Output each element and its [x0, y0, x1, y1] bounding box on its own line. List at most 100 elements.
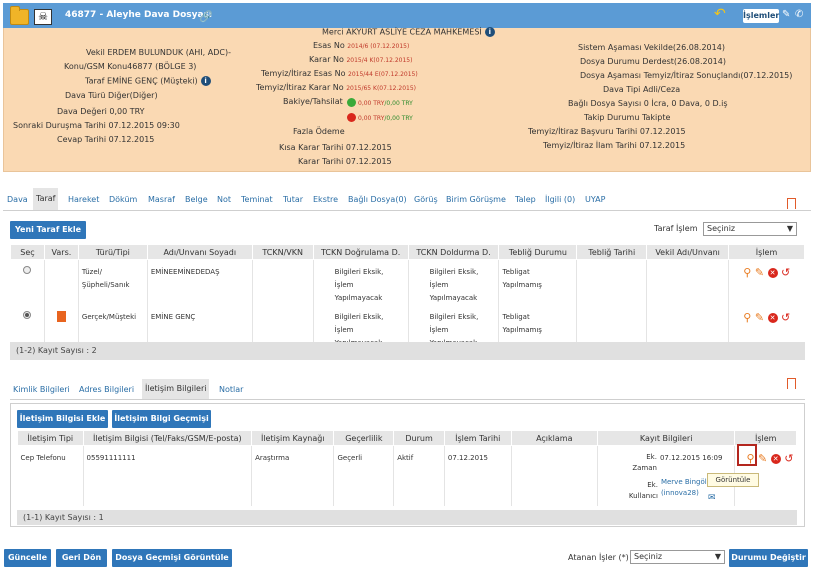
tab-talep[interactable]: Talep — [512, 195, 539, 204]
history-icon[interactable]: ↺ — [781, 266, 790, 279]
contact-table: İletişim Tipi İletişim Bilgisi (Tel/Faks… — [17, 430, 797, 506]
tab-belge[interactable]: Belge — [182, 195, 211, 204]
tab-bagli-dosya[interactable]: Bağlı Dosya(0) — [345, 195, 410, 204]
assigned-tasks-select[interactable]: Seçiniz ▼ — [630, 550, 725, 564]
kaynak-cell: Araştırma — [251, 445, 334, 506]
update-button[interactable]: Güncelle — [4, 549, 51, 567]
cell-line: Tebligat — [502, 268, 530, 276]
col-gecerlilik: Geçerlilik — [333, 430, 395, 446]
col-teblig-tarihi: Tebliğ Tarihi — [576, 244, 648, 260]
temyiz-basvuru-field: Temyiz/İtiraz Başvuru Tarihi 07.12.2015 — [528, 127, 686, 136]
bookmark-icon[interactable] — [787, 378, 796, 389]
add-contact-button[interactable]: İletişim Bilgisi Ekle — [17, 410, 108, 428]
col-islem: İşlem — [728, 244, 805, 260]
tab-teminat[interactable]: Teminat — [238, 195, 276, 204]
actions-button[interactable]: İşlemler — [743, 9, 779, 23]
table-row[interactable]: Tüzel/Şüpheli/Sanık EMİNEEMİNEDEDAŞ Bilg… — [11, 259, 805, 306]
file-history-button[interactable]: Dosya Geçmişi Görüntüle — [112, 549, 232, 567]
row-radio[interactable] — [23, 266, 32, 274]
dogrulama-cell: Bilgileri Eksik, İşlem Yapılmayacak — [312, 259, 409, 305]
temyiz-ilam-field: Temyiz/İtiraz İlam Tarihi 07.12.2015 — [543, 141, 686, 150]
col-adi: Adı/Unvanı Soyadı — [146, 244, 253, 260]
tip-cell: Cep Telefonu — [20, 454, 66, 462]
tab-uyap[interactable]: UYAP — [582, 195, 608, 204]
col-tip: İletişim Tipi — [17, 430, 84, 446]
change-status-button[interactable]: Durumu Değiştir — [729, 549, 808, 567]
search-icon[interactable]: ⚲ — [743, 266, 751, 279]
tab-ekstre[interactable]: Ekstre — [310, 195, 341, 204]
back-arrow-icon[interactable]: ↶ — [714, 6, 726, 22]
page-title: 46877 - Aleyhe Dava Dosyası — [65, 10, 212, 20]
delete-icon[interactable]: ✕ — [767, 268, 778, 278]
bookmark-icon[interactable] — [56, 311, 66, 322]
dosya-durumu-field: Dosya Durumu Derdest(26.08.2014) — [580, 57, 726, 66]
party-action-label: Taraf İşlem — [654, 224, 698, 233]
takip-durumu-field: Takip Durumu Takipte — [584, 113, 671, 122]
konu-field: Konu/GSM Konu46877 (BÖLGE 3) — [64, 62, 197, 71]
gecerlilik-cell: Geçerli — [333, 445, 394, 506]
tab-ilgili[interactable]: İlgili (0) — [542, 195, 578, 204]
info-icon[interactable]: i — [200, 76, 211, 86]
tab-dokum[interactable]: Döküm — [106, 195, 140, 204]
ek-kullanici-value[interactable]: Merve Bingöl (innova28) — [661, 477, 707, 499]
row-radio[interactable] — [23, 311, 32, 319]
mail-icon[interactable]: ✉ — [708, 492, 716, 505]
case-title-bar: ☠ 46877 - Aleyhe Dava Dosyası 🔗 ↶ İşleml… — [3, 3, 811, 28]
phone-icon[interactable]: ✆ — [795, 9, 803, 20]
history-icon[interactable]: ↺ — [781, 311, 790, 324]
delete-icon[interactable]: ✕ — [767, 313, 778, 323]
doldurma-cell: Bilgileri Eksik, İşlem Yapılmayacak — [407, 259, 499, 305]
folder-icon[interactable] — [10, 6, 29, 25]
temyiz-esas-field: Temyiz/İtiraz Esas No 2015/44 E(07.12.20… — [261, 69, 418, 78]
info-icon[interactable]: i — [484, 27, 495, 37]
durum-cell: Aktif — [393, 445, 445, 506]
link-icon[interactable]: 🔗 — [199, 10, 213, 23]
tab-hareket[interactable]: Hareket — [65, 195, 102, 204]
teblig-cell: Tebligat Yapılmamış — [498, 259, 577, 305]
tab-taraf[interactable]: Taraf — [33, 188, 59, 210]
skull-icon[interactable]: ☠ — [34, 9, 52, 25]
subtab-adres[interactable]: Adres Bilgileri — [79, 385, 134, 394]
cell-line: Tebligat — [502, 313, 530, 321]
pencil-icon[interactable]: ✎ — [758, 452, 767, 465]
vekil-field: Vekil ERDEM BULUNDUK (AHI, ADC)- — [86, 48, 231, 57]
cell-line: İşlem — [334, 281, 354, 289]
view-tooltip: Görüntüle — [707, 473, 759, 487]
col-vekil: Vekil Adı/Unvanı — [646, 244, 730, 260]
tab-birim-gorusme[interactable]: Birim Görüşme — [443, 195, 509, 204]
table-row[interactable]: Cep Telefonu 05591111111 Araştırma Geçer… — [18, 445, 797, 506]
back-button[interactable]: Geri Dön — [56, 549, 107, 567]
chevron-down-icon: ▼ — [786, 224, 793, 233]
col-durum: Durum — [393, 430, 445, 446]
esas-no-field: Esas No 2014/6 (07.12.2015) — [313, 41, 410, 50]
select-cell[interactable] — [11, 260, 45, 306]
cell-line: Yapılmayacak — [429, 294, 478, 302]
party-record-count: (1-2) Kayıt Sayısı : 2 — [10, 342, 805, 360]
vekil-cell — [646, 259, 729, 305]
search-icon[interactable]: ⚲ — [743, 311, 751, 324]
pencil-icon[interactable]: ✎ — [755, 266, 764, 279]
tarih-cell: 07.12.2015 — [443, 445, 512, 506]
pencil-icon[interactable]: ✎ — [755, 311, 764, 324]
subtab-iletisim[interactable]: İletişim Bilgileri — [142, 379, 210, 399]
delete-icon[interactable]: ✕ — [770, 454, 781, 464]
col-tckn: TCKN/VKN — [251, 244, 314, 260]
tab-gorus[interactable]: Görüş — [411, 195, 441, 204]
tab-masraf[interactable]: Masraf — [145, 195, 178, 204]
party-action-select[interactable]: Seçiniz ▼ — [703, 222, 797, 236]
tab-tutar[interactable]: Tutar — [280, 195, 306, 204]
edit-icon[interactable]: ✎ — [782, 9, 790, 20]
bookmark-icon[interactable] — [787, 198, 796, 209]
table-header-row: Seç Vars. Türü/Tipi Adı/Unvanı Soyadı TC… — [10, 244, 805, 260]
ek-kullanici-label: Ek. Kullanıcı — [628, 481, 658, 500]
subtab-kimlik[interactable]: Kimlik Bilgileri — [13, 385, 70, 394]
history-icon[interactable]: ↺ — [784, 452, 793, 465]
ek-zaman-value: 07.12.2015 16:09 — [659, 454, 723, 462]
tab-not[interactable]: Not — [214, 195, 234, 204]
contact-history-button[interactable]: İletişim Bilgi Geçmişi — [112, 410, 211, 428]
subtab-notlar[interactable]: Notlar — [219, 385, 243, 394]
col-vars: Vars. — [43, 244, 79, 260]
arrow-up-icon — [347, 98, 356, 107]
tab-dava[interactable]: Dava — [4, 195, 31, 204]
add-party-button[interactable]: Yeni Taraf Ekle — [10, 221, 86, 239]
